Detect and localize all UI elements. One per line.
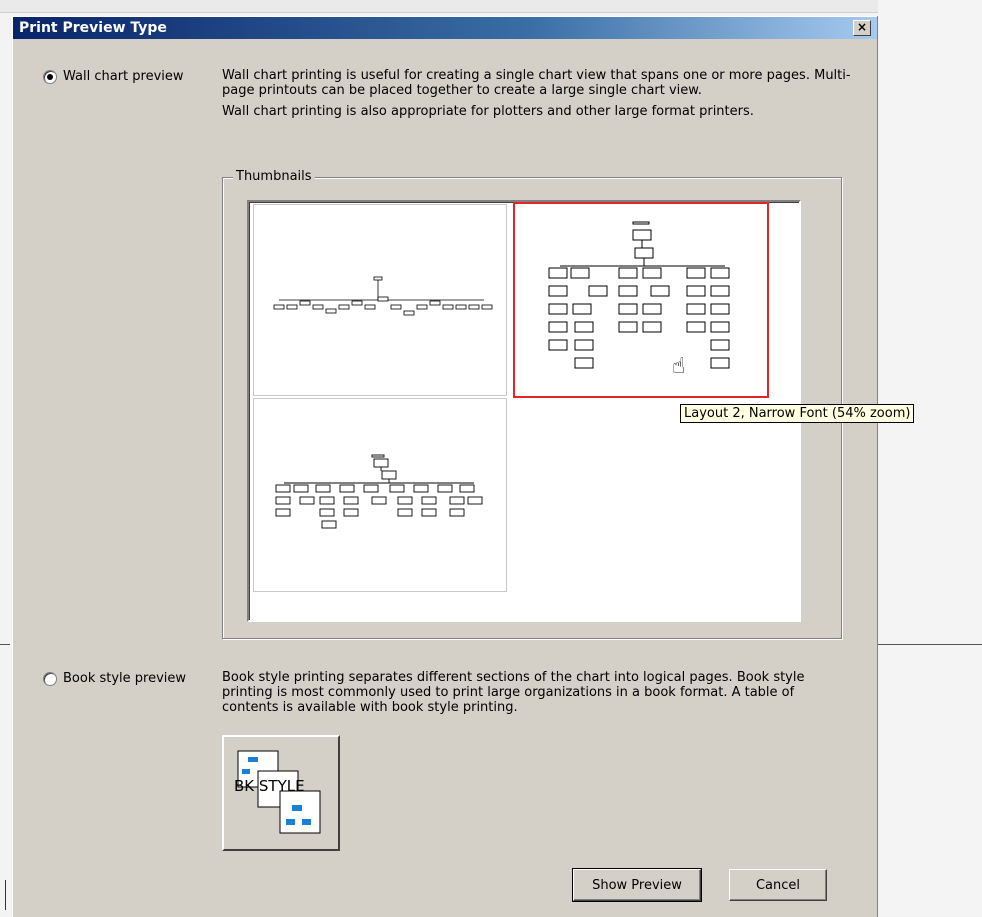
book-style-description: Book style printing separates different …: [222, 670, 852, 715]
dialog-title: Print Preview Type: [19, 20, 167, 36]
book-style-desc: Book style printing separates different …: [222, 670, 805, 715]
thumbnails-label: Thumbnails: [233, 169, 315, 184]
print-preview-type-dialog: Print Preview Type × Wall chart preview …: [12, 16, 877, 917]
background-tick: [5, 880, 6, 910]
book-style-icon-text: BK STYLE: [234, 777, 305, 795]
book-style-radio-label: Book style preview: [63, 671, 187, 686]
thumbnail-tooltip: Layout 2, Narrow Font (54% zoom): [680, 404, 915, 423]
book-style-icon: BK STYLE: [234, 750, 321, 834]
background-window: [878, 0, 982, 916]
wall-chart-radio-label: Wall chart preview: [63, 69, 184, 84]
close-button[interactable]: ×: [853, 20, 871, 36]
org-chart-thumbnail-2: [548, 221, 730, 369]
book-style-radio[interactable]: Book style preview: [43, 671, 186, 686]
show-preview-button[interactable]: Show Preview: [572, 868, 702, 902]
thumbnail-layout-2[interactable]: [513, 202, 769, 398]
cancel-button[interactable]: Cancel: [729, 869, 827, 901]
wall-chart-radio[interactable]: Wall chart preview: [43, 69, 184, 84]
wall-chart-radio-button[interactable]: [43, 69, 57, 84]
org-chart-thumbnail-3: [275, 454, 483, 529]
thumbnail-layout-3[interactable]: [253, 398, 507, 592]
thumbnail-layout-1[interactable]: [253, 204, 507, 396]
book-style-icon-button[interactable]: BK STYLE: [222, 735, 340, 851]
wall-chart-desc-2: Wall chart printing is also appropriate …: [222, 104, 754, 119]
title-bar[interactable]: Print Preview Type ×: [13, 17, 877, 39]
background-divider: [878, 644, 982, 645]
hand-cursor-icon: ☝: [672, 354, 686, 379]
background-divider-left: [0, 644, 10, 645]
background-window-top: [0, 0, 982, 13]
wall-chart-desc-1: Wall chart printing is useful for creati…: [222, 68, 851, 98]
book-style-radio-button[interactable]: [43, 671, 57, 686]
wall-chart-description: Wall chart printing is useful for creati…: [222, 68, 852, 119]
org-chart-thumbnail-1: [273, 276, 493, 316]
